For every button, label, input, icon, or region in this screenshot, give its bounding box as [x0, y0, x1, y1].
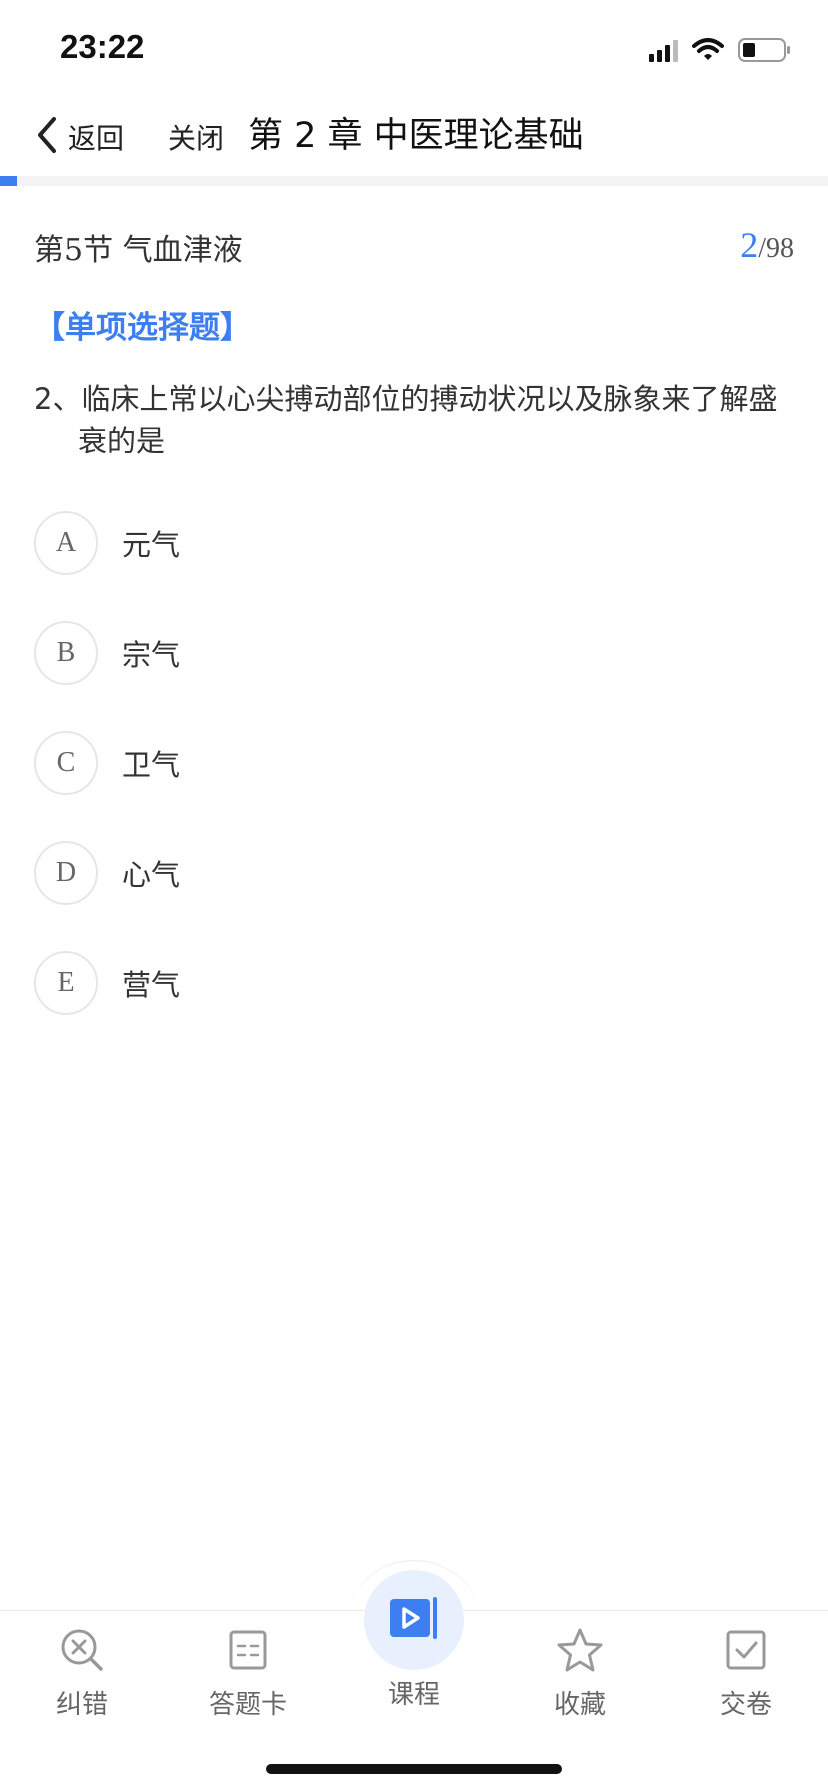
close-button[interactable]: 关闭 — [168, 112, 224, 162]
status-icons — [649, 34, 792, 66]
wifi-icon — [692, 38, 724, 62]
option-letter: D — [34, 841, 98, 905]
option-a[interactable]: A 元气 — [34, 510, 794, 576]
question-text: 2、临床上常以心尖搏动部位的搏动状况以及脉象来了解盛衰的是 — [34, 382, 778, 458]
error-report-button[interactable]: 纠错 — [22, 1626, 142, 1721]
back-button[interactable]: 返回 — [34, 112, 124, 162]
page-current: 2 — [740, 225, 759, 265]
favorite-label: 收藏 — [553, 1690, 606, 1720]
option-text: 心气 — [122, 858, 181, 892]
status-bar: 23:22 — [0, 0, 828, 100]
option-b[interactable]: B 宗气 — [34, 620, 794, 686]
home-indicator — [266, 1764, 562, 1774]
back-label: 返回 — [68, 122, 125, 155]
answer-card-label: 答题卡 — [208, 1690, 287, 1720]
page-counter: 2/98 — [740, 224, 794, 266]
nav-bar: 返回 关闭 第 2 章 中医理论基础 — [0, 100, 828, 176]
page-title: 第 2 章 中医理论基础 — [248, 116, 584, 156]
option-text: 元气 — [122, 528, 181, 562]
option-text: 宗气 — [122, 638, 181, 672]
progress-fill — [0, 176, 17, 186]
page-separator: / — [758, 233, 766, 264]
option-text: 营气 — [122, 968, 181, 1002]
screen: 23:22 返回 关闭 第 2 章 中医理论基础 第5节 气血津液 2/98 【… — [0, 0, 828, 1792]
favorite-button[interactable]: 收藏 — [520, 1626, 640, 1721]
option-d[interactable]: D 心气 — [34, 840, 794, 906]
options-list: A 元气 B 宗气 C 卫气 D 心气 E 营气 — [34, 510, 794, 1060]
battery-icon — [738, 37, 792, 63]
option-letter: C — [34, 731, 98, 795]
course-label-item[interactable]: 课程 — [354, 1664, 474, 1711]
section-title: 第5节 气血津液 — [34, 233, 243, 268]
progress-bar — [0, 176, 828, 186]
video-play-icon — [388, 1595, 440, 1645]
option-text: 卫气 — [122, 748, 181, 782]
checkbox-icon — [726, 1626, 766, 1674]
option-c[interactable]: C 卫气 — [34, 730, 794, 796]
course-button[interactable] — [364, 1570, 464, 1670]
submit-button[interactable]: 交卷 — [686, 1626, 806, 1721]
signal-icon — [649, 38, 678, 62]
page-total: 98 — [766, 233, 794, 264]
option-e[interactable]: E 营气 — [34, 950, 794, 1016]
question-type: 【单项选择题】 — [34, 310, 251, 346]
error-report-label: 纠错 — [55, 1690, 108, 1720]
option-letter: E — [34, 951, 98, 1015]
search-error-icon — [59, 1626, 105, 1674]
course-label: 课程 — [387, 1680, 440, 1710]
status-time: 23:22 — [60, 28, 145, 65]
option-letter: B — [34, 621, 98, 685]
submit-label: 交卷 — [719, 1690, 772, 1720]
answer-card-button[interactable]: 答题卡 — [188, 1626, 308, 1721]
back-chevron-icon — [34, 115, 58, 159]
answer-card-icon — [229, 1626, 267, 1674]
star-icon — [556, 1626, 604, 1674]
option-letter: A — [34, 511, 98, 575]
